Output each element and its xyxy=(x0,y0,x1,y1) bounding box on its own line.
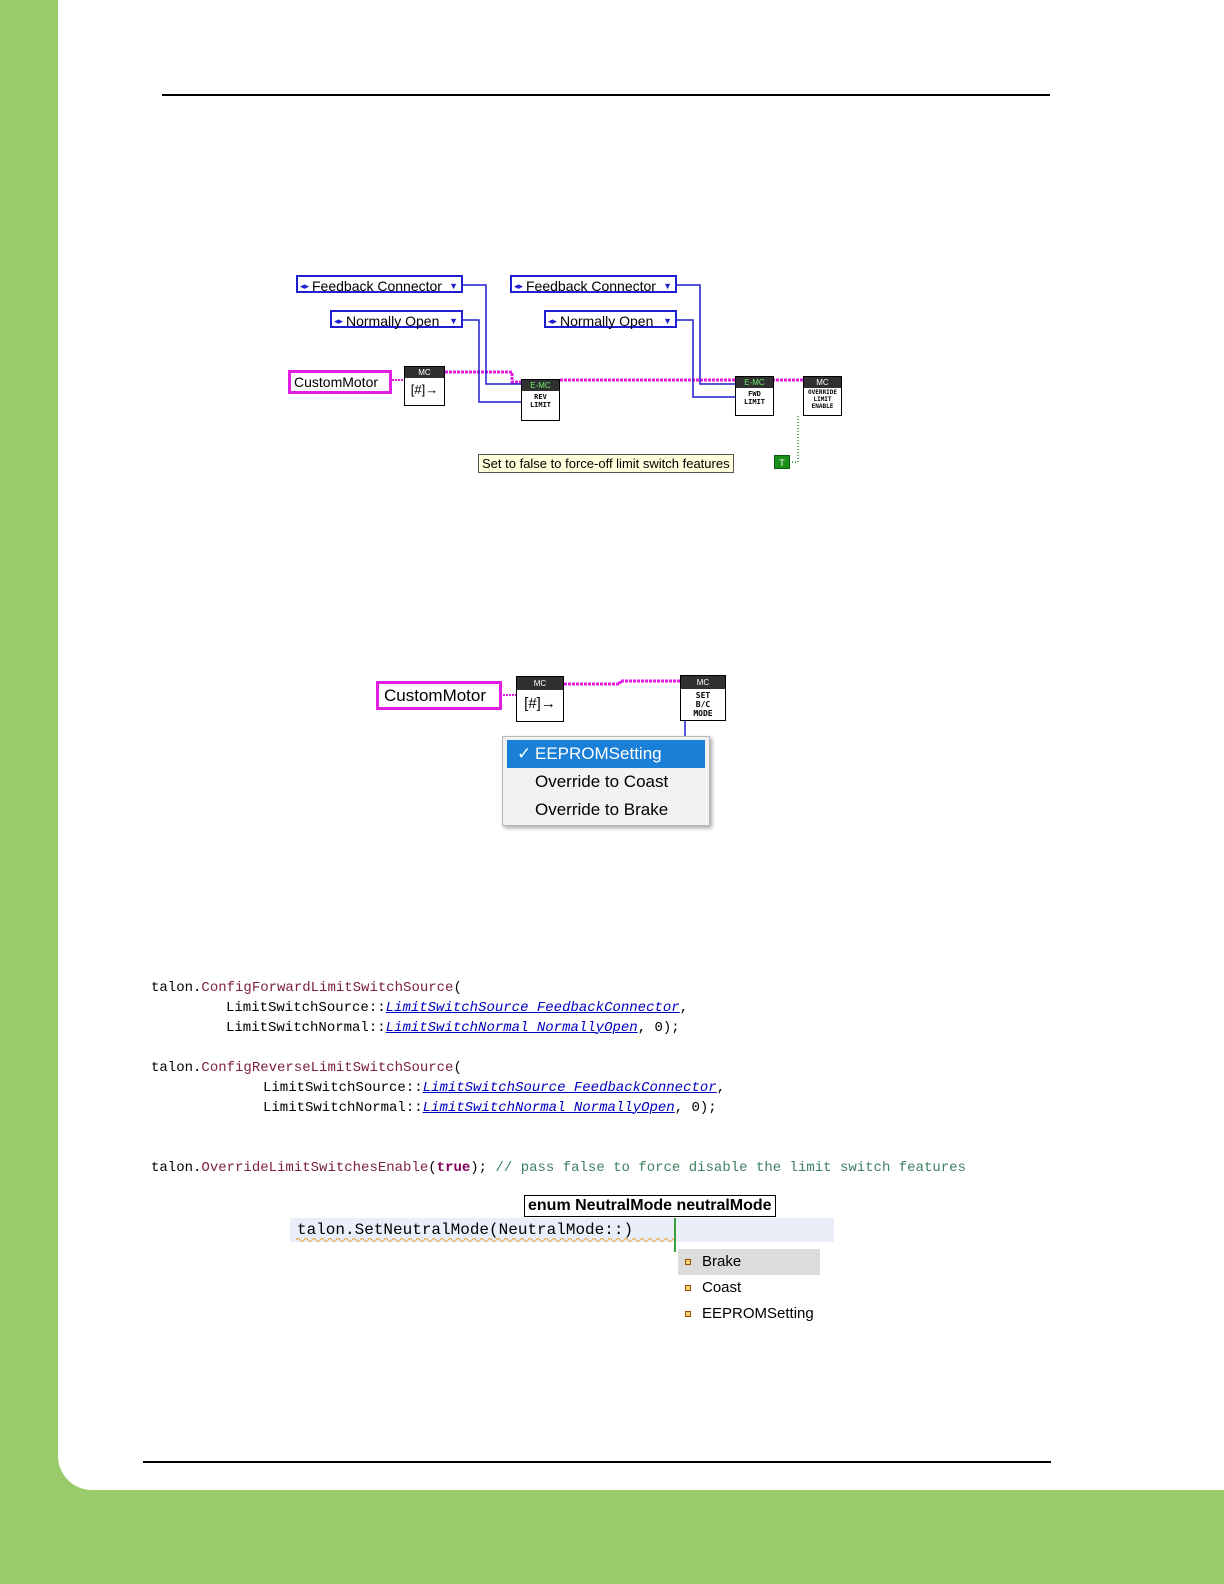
vi-label: FWD LIMIT xyxy=(743,390,766,406)
increment-icon: ◂▸ xyxy=(514,281,524,291)
vi-label: SET B/C MODE xyxy=(693,691,713,718)
code-line-1: talon.ConfigForwardLimitSwitchSource( xyxy=(151,980,462,996)
vi-header: E-MC xyxy=(522,380,559,391)
autocomplete-list: Brake Coast EEPROMSetting xyxy=(678,1249,820,1329)
vi-label: REV LIMIT xyxy=(529,393,552,409)
code-line-3: LimitSwitchNormal::LimitSwitchNormal_Nor… xyxy=(226,1020,680,1036)
menu-item-override-coast[interactable]: Override to Coast xyxy=(503,768,709,796)
fwd-normal-enum[interactable]: ◂▸ Normally Open ▼ xyxy=(544,310,677,330)
vi-header: MC xyxy=(517,677,563,690)
code-line-7: talon.OverrideLimitSwitchesEnable(true);… xyxy=(151,1160,966,1176)
dropdown-arrow-icon[interactable]: ▼ xyxy=(663,312,672,330)
vi-header: MC xyxy=(681,676,725,689)
parameter-hint-tooltip: enum NeutralMode neutralMode xyxy=(524,1195,776,1217)
open-motor-vi[interactable]: MC [#]→ xyxy=(404,366,445,406)
code-line-2: LimitSwitchSource::LimitSwitchSource_Fee… xyxy=(226,1000,689,1016)
limit-wires xyxy=(392,284,803,463)
editor-current-line[interactable]: talon.SetNeutralMode(NeutralMode::) xyxy=(290,1218,834,1252)
limit-comment-label: Set to false to force-off limit switch f… xyxy=(478,454,734,473)
footer-rule xyxy=(143,1461,1051,1463)
increment-icon: ◂▸ xyxy=(300,281,310,291)
code-line-6: LimitSwitchNormal::LimitSwitchNormal_Nor… xyxy=(263,1100,717,1116)
checkmark-icon: ✓ xyxy=(517,744,532,763)
fwd-limit-vi[interactable]: E-MC FWD LIMIT xyxy=(735,376,774,416)
vi-header: MC xyxy=(405,367,444,378)
dropdown-arrow-icon[interactable]: ▼ xyxy=(449,312,458,330)
code-line-4: talon.ConfigReverseLimitSwitchSource( xyxy=(151,1060,462,1076)
document-arrow-icon: [#]→ xyxy=(524,695,556,712)
squiggle-underline xyxy=(296,1238,676,1242)
document-arrow-icon: [#]→ xyxy=(410,382,439,397)
menu-item-eepromsetting[interactable]: ✓ EEPROMSetting xyxy=(507,740,705,768)
vi-label: OVERRIDE LIMIT ENABLE xyxy=(808,389,837,410)
autocomplete-item-coast[interactable]: Coast xyxy=(678,1275,820,1301)
vi-header: MC xyxy=(804,377,841,388)
dropdown-arrow-icon[interactable]: ▼ xyxy=(449,277,458,295)
increment-icon: ◂▸ xyxy=(548,316,558,326)
rev-limit-vi[interactable]: E-MC REV LIMIT xyxy=(521,379,560,421)
override-limit-enable-vi[interactable]: MC OVERRIDE LIMIT ENABLE xyxy=(803,376,842,416)
vi-header: E-MC xyxy=(736,377,773,388)
rev-normal-value: Normally Open xyxy=(346,313,440,329)
autocomplete-item-brake[interactable]: Brake xyxy=(678,1249,820,1275)
enum-member-icon xyxy=(685,1311,691,1317)
increment-icon: ◂▸ xyxy=(334,316,344,326)
rev-source-value: Feedback Connector xyxy=(312,278,442,294)
custom-motor-class-control[interactable]: CustomMotor xyxy=(288,370,392,394)
custom-motor-class-control[interactable]: CustomMotor xyxy=(376,681,502,710)
code-line-5: LimitSwitchSource::LimitSwitchSource_Fee… xyxy=(263,1080,726,1096)
true-boolean-constant[interactable]: T xyxy=(774,455,790,469)
enum-member-icon xyxy=(685,1259,691,1265)
menu-item-override-brake[interactable]: Override to Brake xyxy=(503,796,709,824)
open-motor-vi[interactable]: MC [#]→ xyxy=(516,676,564,722)
rev-normal-enum[interactable]: ◂▸ Normally Open ▼ xyxy=(330,310,463,330)
neutral-wires xyxy=(500,679,686,736)
fwd-normal-value: Normally Open xyxy=(560,313,654,329)
rev-source-enum[interactable]: ◂▸ Feedback Connector ▼ xyxy=(296,275,463,295)
dropdown-arrow-icon[interactable]: ▼ xyxy=(663,277,672,295)
fwd-source-value: Feedback Connector xyxy=(526,278,656,294)
set-brake-coast-mode-vi[interactable]: MC SET B/C MODE xyxy=(680,675,726,721)
neutral-mode-menu: ✓ EEPROMSetting Override to Coast Overri… xyxy=(502,736,710,826)
fwd-source-enum[interactable]: ◂▸ Feedback Connector ▼ xyxy=(510,275,677,295)
text-cursor xyxy=(674,1218,676,1252)
enum-member-icon xyxy=(685,1285,691,1291)
autocomplete-item-eepromsetting[interactable]: EEPROMSetting xyxy=(678,1301,820,1327)
